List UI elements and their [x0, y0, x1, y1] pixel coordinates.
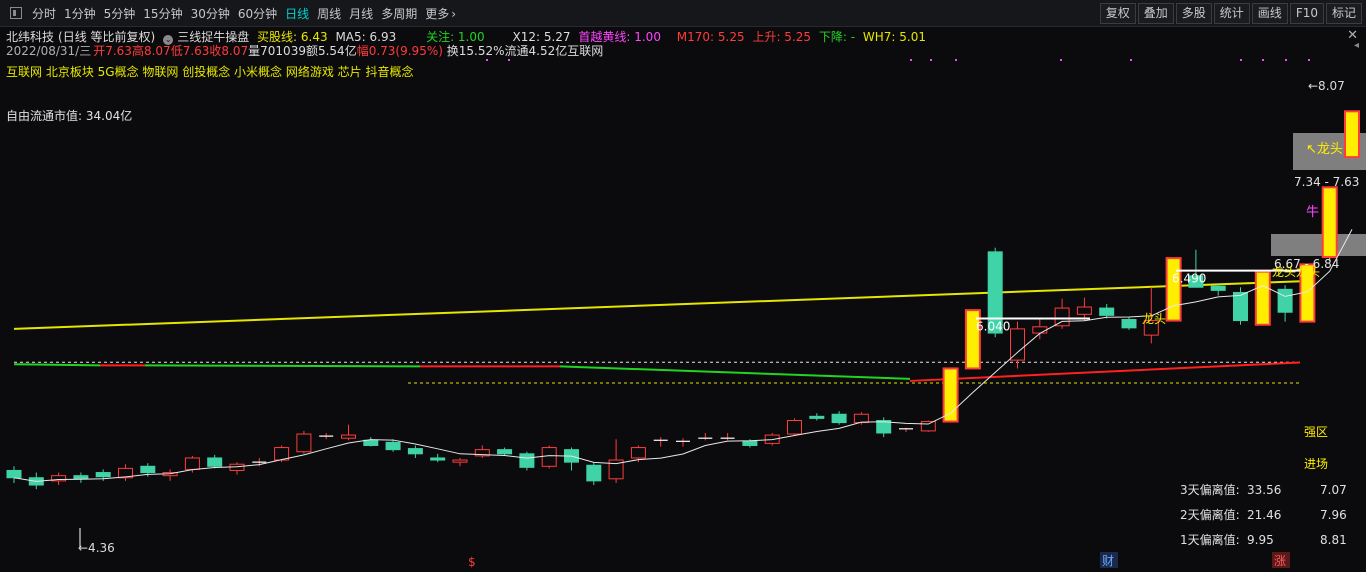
- mark-s-label: $: [468, 555, 476, 569]
- down-candle: [207, 457, 223, 467]
- up-candle: [630, 447, 646, 459]
- down-candle: [6, 469, 22, 479]
- up-candle: [541, 447, 557, 467]
- down-candle: [1277, 288, 1293, 313]
- entry-label: 进场: [1304, 457, 1328, 471]
- up-candle: [1054, 307, 1070, 327]
- down-candle: [1210, 285, 1226, 291]
- dragon-head-label: 龙头: [1142, 312, 1166, 326]
- down-candle: [1121, 319, 1137, 329]
- strong-zone-label: 强区: [1304, 425, 1328, 439]
- down-candle: [385, 441, 401, 451]
- deviation-price-2: 7.96: [1320, 508, 1347, 522]
- limit-up-core: [1170, 262, 1177, 317]
- bull-label: 牛: [1306, 205, 1319, 220]
- signal-dot: [508, 59, 510, 61]
- down-candle: [519, 453, 535, 468]
- limit-up-core: [1326, 191, 1333, 254]
- level-6490-label: 6.490: [1172, 272, 1206, 286]
- deviation-value-3: 9.95: [1247, 533, 1274, 547]
- green-line-seg-2: [144, 364, 421, 368]
- deviation-label-1: 3天偏离值:: [1180, 482, 1240, 497]
- signal-dot: [1060, 59, 1062, 61]
- down-candle: [1099, 307, 1115, 316]
- signal-dot: [1308, 59, 1310, 61]
- low-point-label: ←4.36: [78, 541, 115, 555]
- limit-up-core: [1349, 115, 1355, 154]
- signal-dot: [486, 59, 488, 61]
- down-candle: [73, 475, 89, 480]
- range-1-label: 7.34 - 7.63: [1294, 175, 1359, 189]
- down-candle: [430, 457, 446, 461]
- down-candle: [497, 449, 513, 455]
- limit-up-core: [969, 314, 976, 365]
- range-box: [1271, 234, 1366, 256]
- up-candle: [853, 413, 869, 424]
- signal-dot: [955, 59, 957, 61]
- up-candle: [452, 459, 468, 463]
- level-6040-label: 6.040: [976, 319, 1010, 333]
- up-candle: [1010, 328, 1025, 361]
- top-price-label: ←8.07: [1308, 79, 1345, 93]
- up-candle: [1032, 326, 1048, 334]
- green-line-seg-1: [13, 363, 101, 367]
- signal-dot: [1240, 59, 1242, 61]
- deviation-value-2: 21.46: [1247, 508, 1281, 522]
- up-candle: [1076, 306, 1092, 315]
- deviation-label-3: 1天偏离值:: [1180, 532, 1240, 547]
- signal-dot: [1262, 59, 1264, 61]
- green-line-seg-3: [559, 365, 911, 380]
- up-candle: [920, 421, 936, 432]
- deviation-price-1: 7.07: [1320, 483, 1347, 497]
- down-candle: [140, 465, 156, 474]
- signal-dot: [910, 59, 912, 61]
- down-candle: [586, 464, 602, 482]
- down-candle: [831, 413, 847, 424]
- down-candle: [1233, 291, 1248, 322]
- dragon-head-arrow-label: ↖龙头: [1306, 142, 1343, 157]
- up-candle: [787, 419, 802, 435]
- yellow-trend-line: [13, 280, 1309, 330]
- up-candle: [184, 457, 200, 470]
- down-candle: [742, 440, 758, 446]
- double-dragon-label: 龙头龙头: [1272, 265, 1320, 279]
- mark-zhang-label: 涨: [1274, 553, 1286, 568]
- deviation-value-1: 33.56: [1247, 483, 1281, 497]
- signal-dot: [930, 59, 932, 61]
- deviation-price-3: 8.81: [1320, 533, 1347, 547]
- down-candle: [809, 415, 825, 419]
- down-candle: [407, 448, 423, 455]
- signal-dot: [1285, 59, 1287, 61]
- limit-up-core: [1259, 275, 1266, 321]
- down-candle: [95, 472, 111, 478]
- up-candle: [296, 433, 312, 453]
- signal-dot: [1130, 59, 1132, 61]
- up-candle: [341, 434, 356, 439]
- deviation-label-2: 2天偏离值:: [1180, 507, 1240, 522]
- down-candle: [363, 439, 379, 446]
- kline-chart[interactable]: 6.0406.490←4.36←8.07↖龙头7.34 - 7.63牛6.67 …: [0, 0, 1366, 572]
- mark-cai-label: 财: [1102, 554, 1114, 568]
